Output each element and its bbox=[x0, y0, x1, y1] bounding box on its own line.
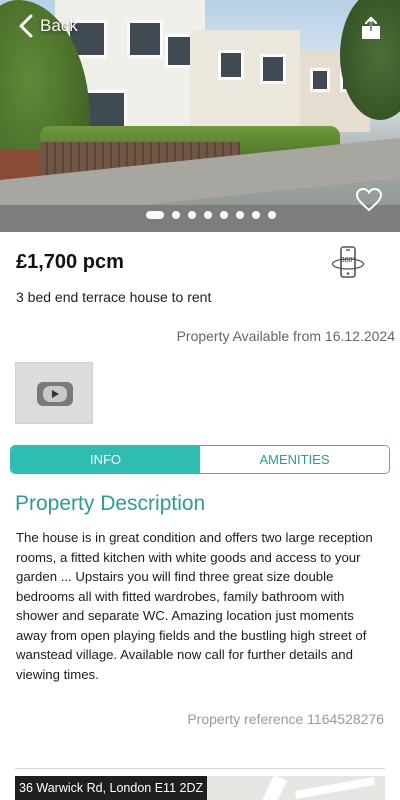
back-label: Back bbox=[40, 16, 78, 35]
heart-icon[interactable] bbox=[356, 188, 382, 212]
photo-house bbox=[190, 30, 300, 135]
divider bbox=[15, 768, 385, 769]
property-summary: 3 bed end terrace house to rent bbox=[16, 289, 212, 305]
property-reference: Property reference 1164528276 bbox=[187, 711, 384, 727]
share-icon[interactable] bbox=[360, 16, 382, 40]
property-photo[interactable]: Back bbox=[0, 0, 400, 232]
carousel-indicator bbox=[146, 211, 276, 219]
carousel-dot[interactable] bbox=[204, 211, 212, 219]
price: £1,700 pcm bbox=[16, 251, 124, 273]
360-badge-text: 360° bbox=[341, 256, 356, 264]
carousel-dot[interactable] bbox=[220, 211, 228, 219]
map-preview[interactable]: 36 Warwick Rd, London E11 2DZ bbox=[15, 776, 385, 800]
carousel-dot[interactable] bbox=[252, 211, 260, 219]
tab-amenities[interactable]: AMENITIES bbox=[200, 446, 389, 473]
info-tabs: INFO AMENITIES bbox=[10, 445, 390, 474]
carousel-dot[interactable] bbox=[188, 211, 196, 219]
back-button[interactable]: Back bbox=[18, 14, 78, 38]
property-description: The house is in great condition and offe… bbox=[16, 530, 373, 682]
section-title: Property Description bbox=[15, 492, 206, 515]
carousel-dot[interactable] bbox=[172, 211, 180, 219]
carousel-dot[interactable] bbox=[268, 211, 276, 219]
tab-info[interactable]: INFO bbox=[11, 446, 200, 473]
carousel-dot[interactable] bbox=[236, 211, 244, 219]
360-view-icon[interactable]: 360° bbox=[331, 245, 365, 281]
video-thumbnail[interactable] bbox=[15, 362, 93, 424]
chevron-left-icon bbox=[19, 14, 33, 38]
availability-date: Property Available from 16.12.2024 bbox=[176, 328, 395, 344]
carousel-dot[interactable] bbox=[146, 211, 164, 219]
map-address: 36 Warwick Rd, London E11 2DZ bbox=[15, 776, 208, 800]
